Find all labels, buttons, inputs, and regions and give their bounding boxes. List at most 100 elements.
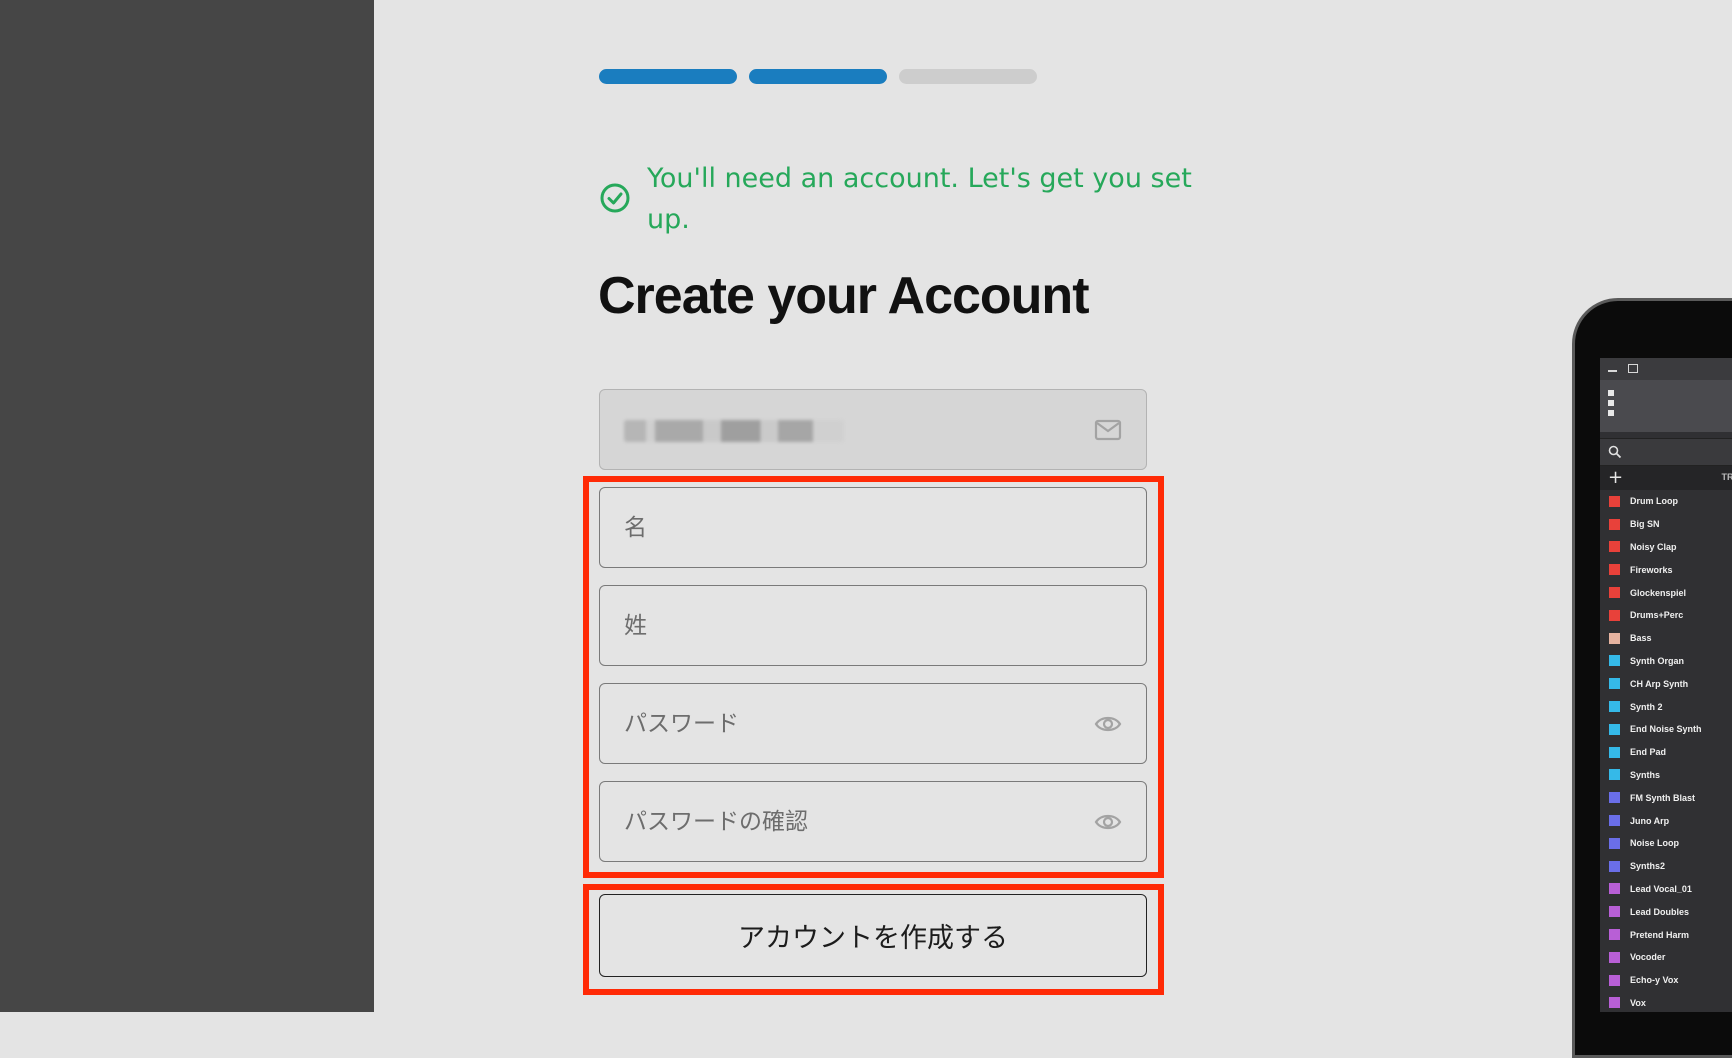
track-row[interactable]: Lead Vocal_01 <box>1600 878 1732 901</box>
create-account-button[interactable]: アカウントを作成する <box>599 894 1147 977</box>
track-name: Noise Loop <box>1630 838 1679 848</box>
track-name: Drum Loop <box>1630 496 1678 506</box>
track-color-swatch <box>1609 564 1620 575</box>
track-name: Juno Arp <box>1630 816 1669 826</box>
track-color-swatch <box>1609 952 1620 963</box>
track-color-swatch <box>1609 724 1620 735</box>
track-name: Noisy Clap <box>1630 542 1677 552</box>
track-row[interactable]: Glockenspiel <box>1600 581 1732 604</box>
track-row[interactable]: Bass <box>1600 627 1732 650</box>
eye-icon[interactable] <box>1094 714 1122 734</box>
daw-screen-preview: + TRA Drum Loop Big SN Noisy Clap Fireworks… <box>1600 358 1732 1012</box>
track-row[interactable]: Fireworks <box>1600 558 1732 581</box>
track-color-swatch <box>1609 519 1620 530</box>
track-name: Synths <box>1630 770 1660 780</box>
track-color-swatch <box>1609 838 1620 849</box>
password-field[interactable] <box>599 683 1147 764</box>
left-sidebar-panel <box>0 0 374 1012</box>
obscured-email-value <box>624 420 844 442</box>
track-name: CH Arp Synth <box>1630 679 1688 689</box>
tracks-header-label: TRA <box>1722 472 1732 482</box>
track-name: Lead Doubles <box>1630 907 1689 917</box>
track-name: End Pad <box>1630 747 1666 757</box>
track-row[interactable]: Lead Doubles <box>1600 900 1732 923</box>
password-confirm-field[interactable] <box>599 781 1147 862</box>
progress-step-3 <box>899 69 1037 84</box>
track-row[interactable]: Synth 2 <box>1600 695 1732 718</box>
track-row[interactable]: End Noise Synth <box>1600 718 1732 741</box>
track-list: Drum Loop Big SN Noisy Clap Fireworks Glocke… <box>1600 490 1732 1012</box>
track-row[interactable]: FM Synth Blast <box>1600 786 1732 809</box>
track-color-swatch <box>1609 769 1620 780</box>
track-row[interactable]: Vox <box>1600 992 1732 1012</box>
track-row[interactable]: Vocoder <box>1600 946 1732 969</box>
track-color-swatch <box>1609 701 1620 712</box>
first-name-input[interactable] <box>600 488 1146 567</box>
track-name: Synths2 <box>1630 861 1665 871</box>
step-progress <box>599 69 1037 84</box>
track-row[interactable]: Juno Arp <box>1600 809 1732 832</box>
track-row[interactable]: End Pad <box>1600 741 1732 764</box>
track-name: Fireworks <box>1630 565 1673 575</box>
track-name: Echo-y Vox <box>1630 975 1678 985</box>
window-titlebar <box>1600 358 1732 380</box>
track-color-swatch <box>1609 541 1620 552</box>
track-name: Bass <box>1630 633 1652 643</box>
eye-icon[interactable] <box>1094 812 1122 832</box>
check-circle-icon <box>599 182 631 214</box>
track-row[interactable]: Synth Organ <box>1600 650 1732 673</box>
last-name-input[interactable] <box>600 586 1146 665</box>
page-title: Create your Account <box>598 266 1089 326</box>
mail-icon <box>1094 419 1122 441</box>
track-color-swatch <box>1609 747 1620 758</box>
track-color-swatch <box>1609 861 1620 872</box>
email-field[interactable] <box>599 389 1147 470</box>
track-row[interactable]: Drums+Perc <box>1600 604 1732 627</box>
track-color-swatch <box>1609 997 1620 1008</box>
track-color-swatch <box>1609 975 1620 986</box>
track-color-swatch <box>1609 678 1620 689</box>
track-color-swatch <box>1609 815 1620 826</box>
track-row[interactable]: Pretend Harm <box>1600 923 1732 946</box>
account-notice: You'll need an account. Let's get you se… <box>599 158 1199 240</box>
notice-text: You'll need an account. Let's get you se… <box>647 158 1199 240</box>
password-confirm-input[interactable] <box>600 782 1146 861</box>
track-row[interactable]: Noise Loop <box>1600 832 1732 855</box>
track-row[interactable]: Synths <box>1600 764 1732 787</box>
track-name: Pretend Harm <box>1630 930 1689 940</box>
track-header: + TRA <box>1600 466 1732 490</box>
track-name: Lead Vocal_01 <box>1630 884 1692 894</box>
track-row[interactable]: Drum Loop <box>1600 490 1732 513</box>
track-name: Synth Organ <box>1630 656 1684 666</box>
track-search-bar[interactable] <box>1600 438 1732 466</box>
add-track-icon[interactable]: + <box>1608 467 1623 489</box>
track-name: Big SN <box>1630 519 1660 529</box>
more-menu-icon[interactable] <box>1608 390 1614 420</box>
toolbar <box>1600 380 1732 432</box>
last-name-field[interactable] <box>599 585 1147 666</box>
first-name-field[interactable] <box>599 487 1147 568</box>
password-input[interactable] <box>600 684 1146 763</box>
track-color-swatch <box>1609 633 1620 644</box>
track-color-swatch <box>1609 655 1620 666</box>
track-row[interactable]: Big SN <box>1600 513 1732 536</box>
track-name: Drums+Perc <box>1630 610 1683 620</box>
minimize-icon[interactable] <box>1608 370 1617 372</box>
track-row[interactable]: Echo-y Vox <box>1600 969 1732 992</box>
track-row[interactable]: CH Arp Synth <box>1600 672 1732 695</box>
track-name: Glockenspiel <box>1630 588 1686 598</box>
track-color-swatch <box>1609 587 1620 598</box>
track-color-swatch <box>1609 792 1620 803</box>
maximize-icon[interactable] <box>1628 364 1638 373</box>
track-row[interactable]: Noisy Clap <box>1600 536 1732 559</box>
track-name: End Noise Synth <box>1630 724 1702 734</box>
track-color-swatch <box>1609 929 1620 940</box>
track-name: Vox <box>1630 998 1646 1008</box>
progress-step-2 <box>749 69 887 84</box>
track-color-swatch <box>1609 610 1620 621</box>
track-color-swatch <box>1609 496 1620 507</box>
track-color-swatch <box>1609 883 1620 894</box>
track-row[interactable]: Synths2 <box>1600 855 1732 878</box>
search-icon <box>1608 445 1622 459</box>
track-name: Synth 2 <box>1630 702 1663 712</box>
